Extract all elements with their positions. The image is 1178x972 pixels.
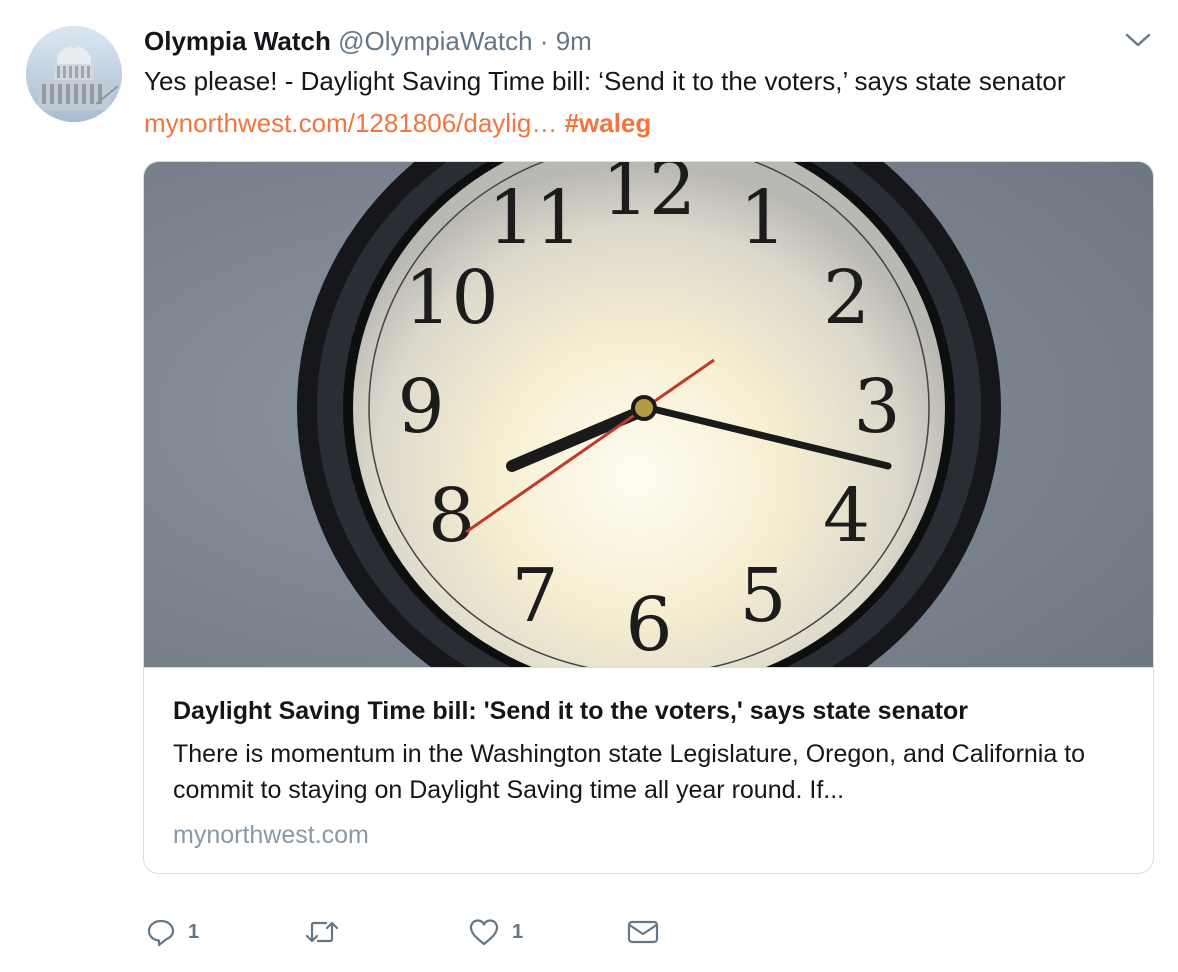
card-body[interactable]: Daylight Saving Time bill: 'Send it to t… (144, 667, 1153, 873)
direct-message-button[interactable] (626, 912, 660, 952)
clock-numeral: 7 (511, 553, 558, 639)
reply-icon (147, 919, 175, 947)
separator-dot: · (539, 26, 549, 56)
tweet-text: Yes please! - Daylight Saving Time bill:… (144, 66, 1066, 96)
clock-numeral: 10 (404, 255, 498, 341)
clock-numeral: 6 (625, 582, 672, 667)
article-link[interactable]: mynorthwest.com/1281806/daylig… (144, 108, 557, 138)
like-count: 1 (512, 921, 524, 943)
chevron-down-icon (1125, 33, 1151, 47)
clock-numeral: 11 (488, 175, 582, 261)
reply-button[interactable]: 1 (146, 912, 199, 952)
card-description: There is momentum in the Washington stat… (173, 740, 1086, 804)
link-card[interactable]: 12 1 2 3 4 5 6 7 8 9 10 11 Daylight Saving Time bil… (143, 161, 1154, 874)
clock-numeral: 1 (739, 175, 786, 261)
card-image[interactable]: 12 1 2 3 4 5 6 7 8 9 10 11 (144, 162, 1153, 667)
heart-icon (469, 919, 499, 946)
hashtag-link[interactable]: #waleg (565, 108, 652, 138)
retweet-button[interactable] (304, 912, 340, 952)
author-handle[interactable]: @OlympiaWatch (338, 26, 532, 56)
tweet-actions: 1 1 (144, 912, 704, 952)
clock-numeral: 9 (397, 364, 444, 450)
retweet-icon (305, 921, 339, 943)
tweet[interactable]: Olympia Watch @OlympiaWatch · 9m Yes ple… (0, 0, 1178, 972)
card-title: Daylight Saving Time bill: 'Send it to t… (173, 697, 968, 725)
like-button[interactable]: 1 (468, 912, 523, 952)
avatar[interactable] (26, 26, 122, 122)
card-domain: mynorthwest.com (173, 821, 369, 849)
more-options-button[interactable] (1124, 30, 1152, 50)
clock-numeral: 2 (823, 255, 870, 341)
reply-count: 1 (188, 921, 200, 943)
clock-numeral: 8 (428, 473, 475, 559)
clock-numeral: 3 (853, 364, 900, 450)
wall-clock-image: 12 12 3 45678 9 1011 (144, 162, 1153, 667)
tweet-links: mynorthwest.com/1281806/daylig… #waleg (144, 106, 651, 140)
clock-numeral: 12 (602, 162, 696, 232)
envelope-icon (627, 920, 659, 944)
timestamp[interactable]: 9m (556, 26, 592, 56)
clock-numeral: 5 (739, 553, 786, 639)
clock-numeral: 4 (823, 473, 870, 559)
author-name[interactable]: Olympia Watch (144, 26, 331, 56)
tweet-header: Olympia Watch @OlympiaWatch · 9m (144, 24, 592, 58)
capitol-dome-image (26, 26, 122, 122)
